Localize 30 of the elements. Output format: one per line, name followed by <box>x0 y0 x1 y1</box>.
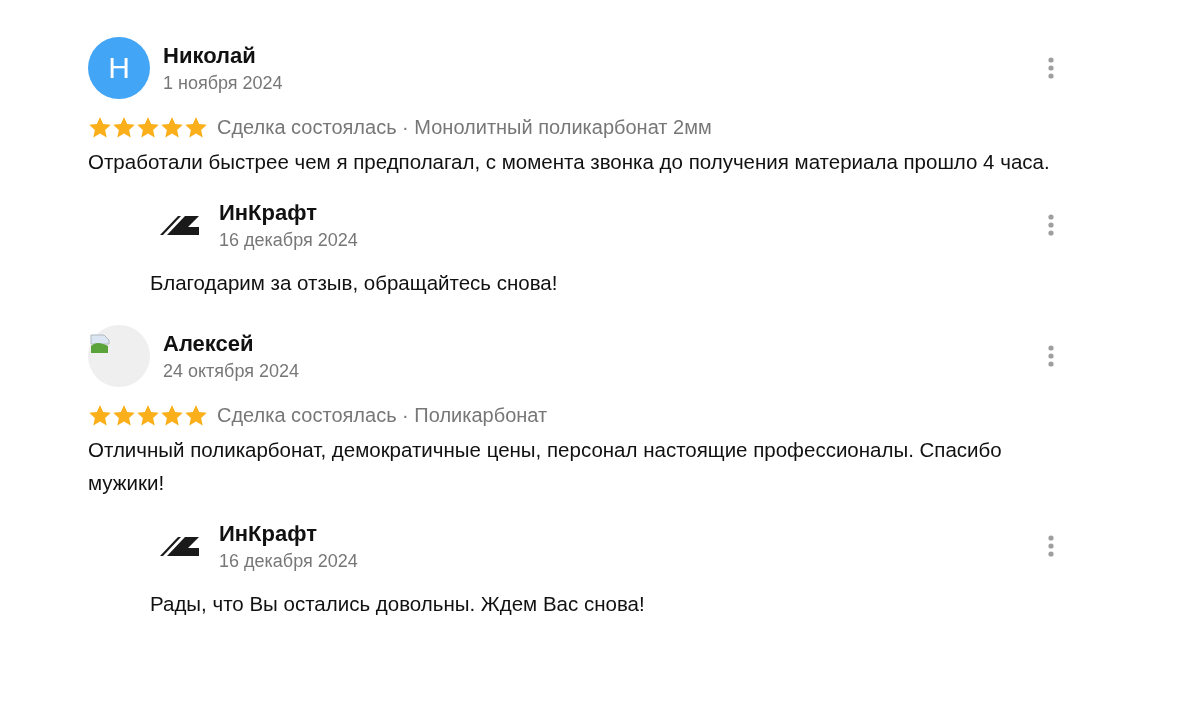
deal-info: Сделка состоялась · Поликарбонат <box>217 404 548 427</box>
reply-text: Благодарим за отзыв, обращайтесь снова! <box>150 270 559 296</box>
more-options-icon[interactable] <box>1048 345 1054 367</box>
company-name: ИнКрафт <box>219 520 318 547</box>
star-icon <box>88 404 112 427</box>
more-options-icon[interactable] <box>1048 535 1054 557</box>
avatar: Н <box>88 37 150 99</box>
review-text: Отличный поликарбонат, демократичные цены, персонал настоящие профессионалы. Спасибо мужики! <box>88 437 1003 496</box>
deal-info: Сделка состоялась · Монолитный поликарбонат 2мм <box>217 116 712 139</box>
star-icon <box>160 116 184 139</box>
review-date: 24 октября 2024 <box>163 360 300 382</box>
star-icon <box>112 116 136 139</box>
company-name: ИнКрафт <box>219 199 318 226</box>
author-name: Николай <box>163 42 257 69</box>
star-icon <box>136 116 160 139</box>
reply-text: Рады, что Вы остались довольны. Ждем Вас снова! <box>150 591 646 617</box>
star-icon <box>88 116 112 139</box>
star-icon <box>184 116 208 139</box>
reply-date: 16 декабря 2024 <box>219 229 359 251</box>
star-icon <box>112 404 136 427</box>
review-date: 1 ноября 2024 <box>163 72 284 94</box>
reply-date: 16 декабря 2024 <box>219 550 359 572</box>
star-icon <box>184 404 208 427</box>
review-text: Отработали быстрее чем я предполагал, с момента звонка до получения материала прошло 4 часа. <box>88 149 1051 175</box>
star-icon <box>160 404 184 427</box>
more-options-icon[interactable] <box>1048 214 1054 236</box>
star-icon <box>136 404 160 427</box>
more-options-icon[interactable] <box>1048 57 1054 79</box>
author-name: Алексей <box>163 330 255 357</box>
broken-image-icon <box>90 333 112 355</box>
